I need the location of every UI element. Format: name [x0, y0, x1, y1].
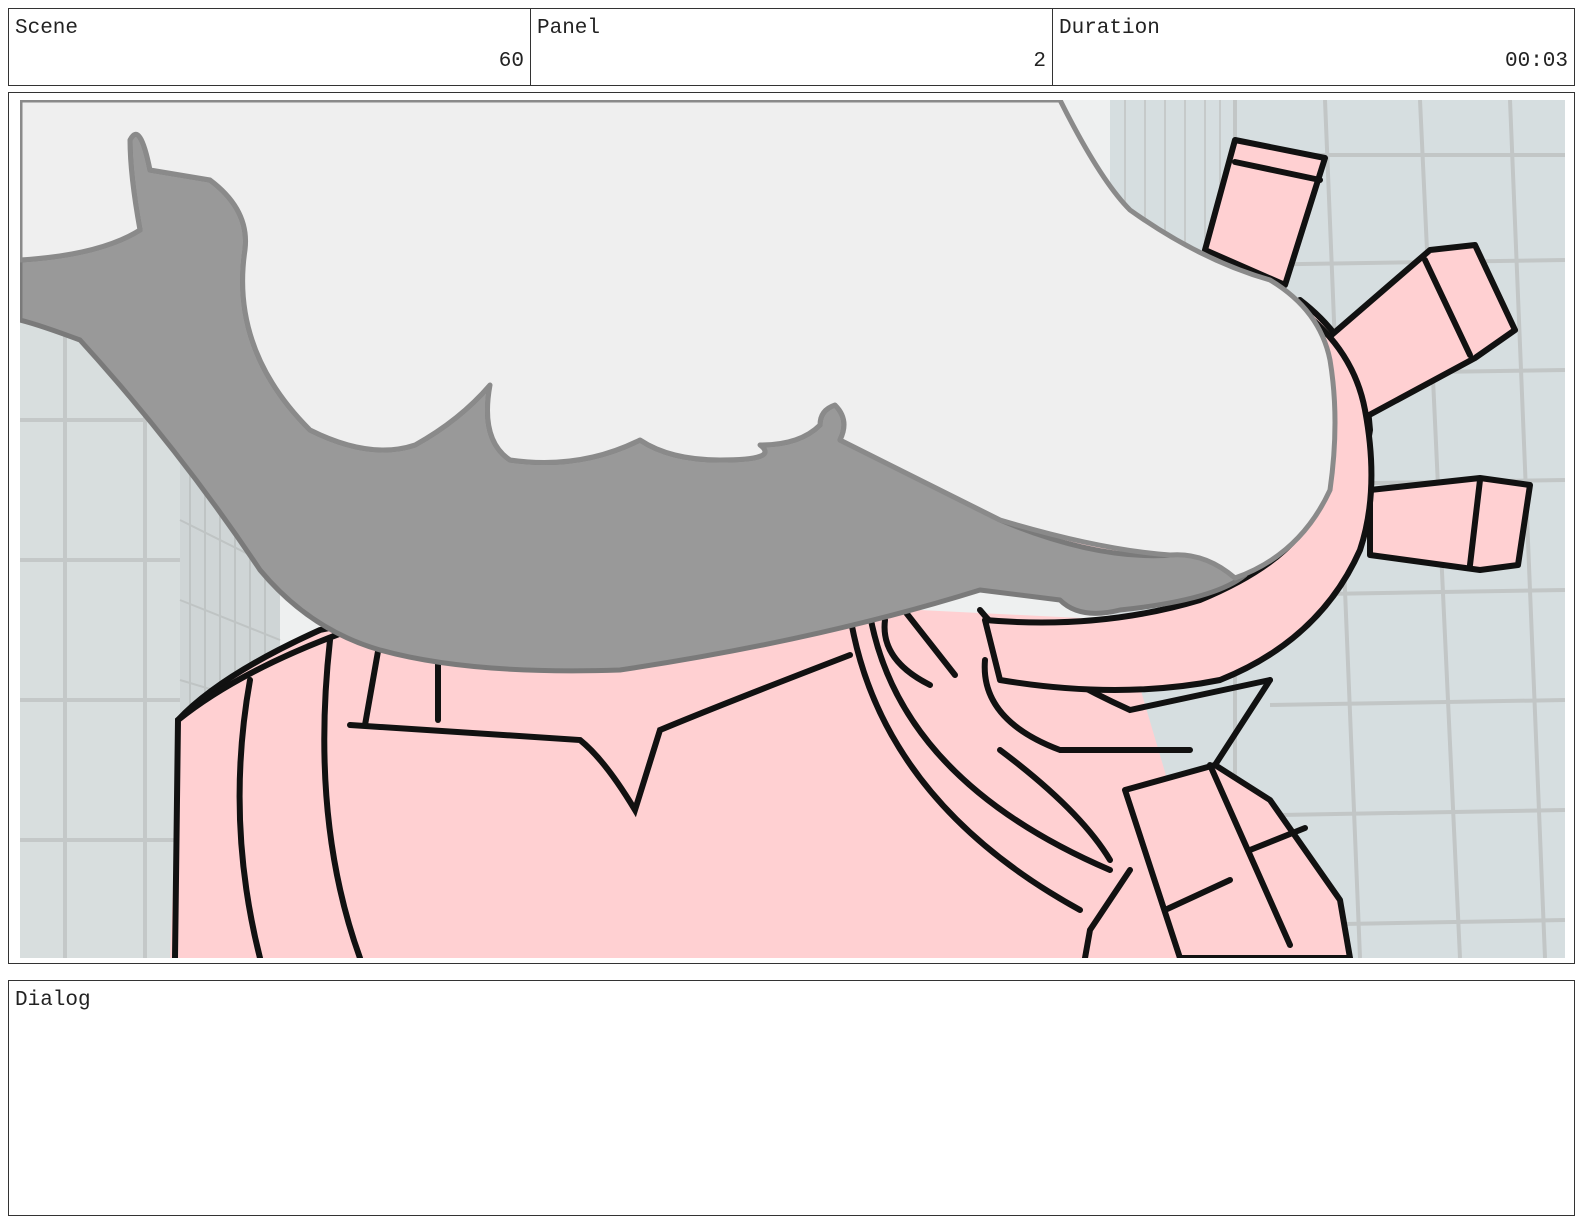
dialog-label: Dialog — [15, 989, 91, 1012]
dialog-box: Dialog — [8, 980, 1575, 1216]
panel-info-header: Scene 60 Panel 2 Duration 00:03 — [8, 8, 1575, 86]
scene-number: 60 — [498, 50, 524, 73]
scene-label: Scene — [15, 17, 79, 40]
storyboard-frame — [8, 92, 1575, 964]
duration-value: 00:03 — [1504, 50, 1568, 73]
storyboard-drawing — [20, 100, 1565, 958]
panel-cell: Panel 2 — [531, 9, 1053, 85]
panel-label: Panel — [537, 17, 601, 40]
duration-label: Duration — [1059, 17, 1160, 40]
panel-number: 2 — [1033, 50, 1046, 73]
scene-cell: Scene 60 — [9, 9, 531, 85]
duration-cell: Duration 00:03 — [1053, 9, 1574, 85]
